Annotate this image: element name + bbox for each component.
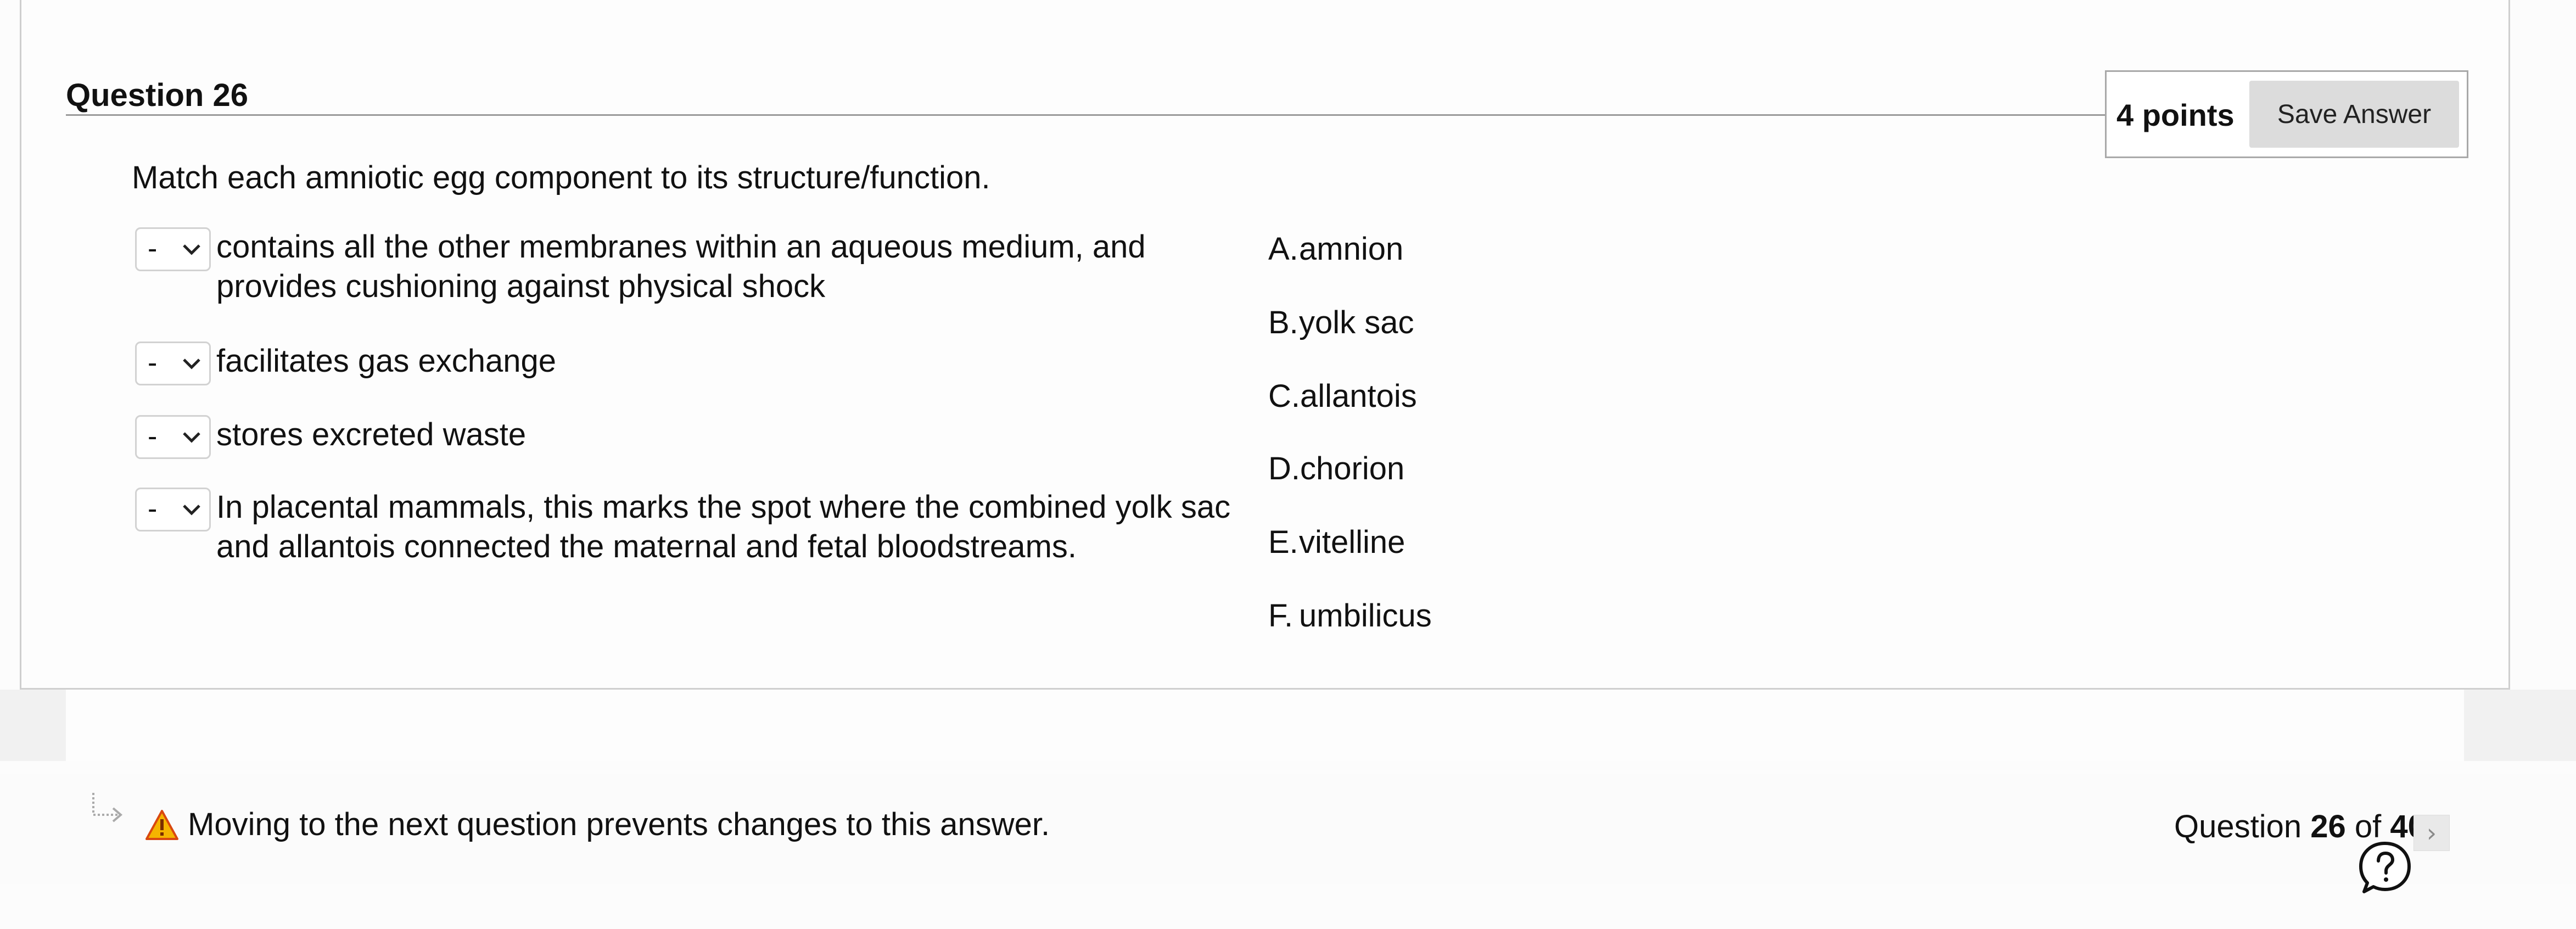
answer-option: F. umbilicus xyxy=(1268,597,1432,634)
chevron-down-icon xyxy=(183,505,200,516)
dropdown-value: - xyxy=(148,421,158,452)
answer-letter: F. xyxy=(1268,598,1293,634)
answer-option: D.chorion xyxy=(1268,450,1404,487)
chevron-down-icon xyxy=(183,432,200,443)
warning-icon xyxy=(145,810,178,840)
answer-letter: A. xyxy=(1268,231,1298,267)
answer-label: vitelline xyxy=(1299,524,1405,560)
question-prompt: Match each amniotic egg component to its… xyxy=(132,160,990,195)
answer-letter: D. xyxy=(1268,451,1300,486)
chevron-right-icon: › xyxy=(2426,818,2437,848)
counter-prefix: Question xyxy=(2174,809,2302,844)
panel-footer-area xyxy=(66,690,2464,761)
answer-option: B.yolk sac xyxy=(1268,304,1414,341)
points-box: 4 points Save Answer xyxy=(2105,70,2468,158)
answer-letter: E. xyxy=(1268,524,1298,560)
answer-option: C.allantois xyxy=(1268,378,1417,415)
answer-label: yolk sac xyxy=(1299,305,1414,340)
match-dropdown[interactable]: - xyxy=(135,227,211,271)
answer-letter: C. xyxy=(1268,378,1300,414)
match-dropdown[interactable]: - xyxy=(135,415,211,459)
question-title: Question 26 xyxy=(66,77,248,113)
bottom-nav-bar: Moving to the next question prevents cha… xyxy=(0,774,2576,884)
match-description: stores excreted waste xyxy=(216,417,527,452)
match-dropdown[interactable]: - xyxy=(135,342,211,385)
help-icon[interactable] xyxy=(2356,839,2413,896)
answer-label: allantois xyxy=(1300,378,1417,414)
answer-label: chorion xyxy=(1300,451,1405,486)
chevron-down-icon xyxy=(183,359,200,370)
dropdown-value: - xyxy=(148,493,158,525)
warning-message: Moving to the next question prevents cha… xyxy=(188,807,1050,842)
title-divider xyxy=(66,114,2108,116)
answer-letter: B. xyxy=(1268,305,1298,340)
next-question-button[interactable]: › xyxy=(2413,815,2450,851)
page: Moving to the next question prevents cha… xyxy=(0,0,2576,929)
answer-option: A.amnion xyxy=(1268,231,1403,267)
match-description: facilitates gas exchange xyxy=(216,343,557,379)
match-dropdown[interactable]: - xyxy=(135,488,211,531)
answer-option: E.vitelline xyxy=(1268,524,1405,561)
match-description: In placental mammals, this marks the spo… xyxy=(216,489,1231,564)
save-answer-button[interactable]: Save Answer xyxy=(2249,81,2459,148)
points-label: 4 points xyxy=(2116,98,2235,132)
match-description: contains all the other membranes within … xyxy=(216,229,1146,304)
nav-arrow-icon xyxy=(92,793,123,822)
current-question-number: 26 xyxy=(2310,809,2346,844)
answer-label: umbilicus xyxy=(1299,598,1432,634)
chevron-down-icon xyxy=(183,244,200,255)
dropdown-value: - xyxy=(148,347,158,379)
answer-label: amnion xyxy=(1299,231,1404,267)
dropdown-value: - xyxy=(148,233,158,265)
